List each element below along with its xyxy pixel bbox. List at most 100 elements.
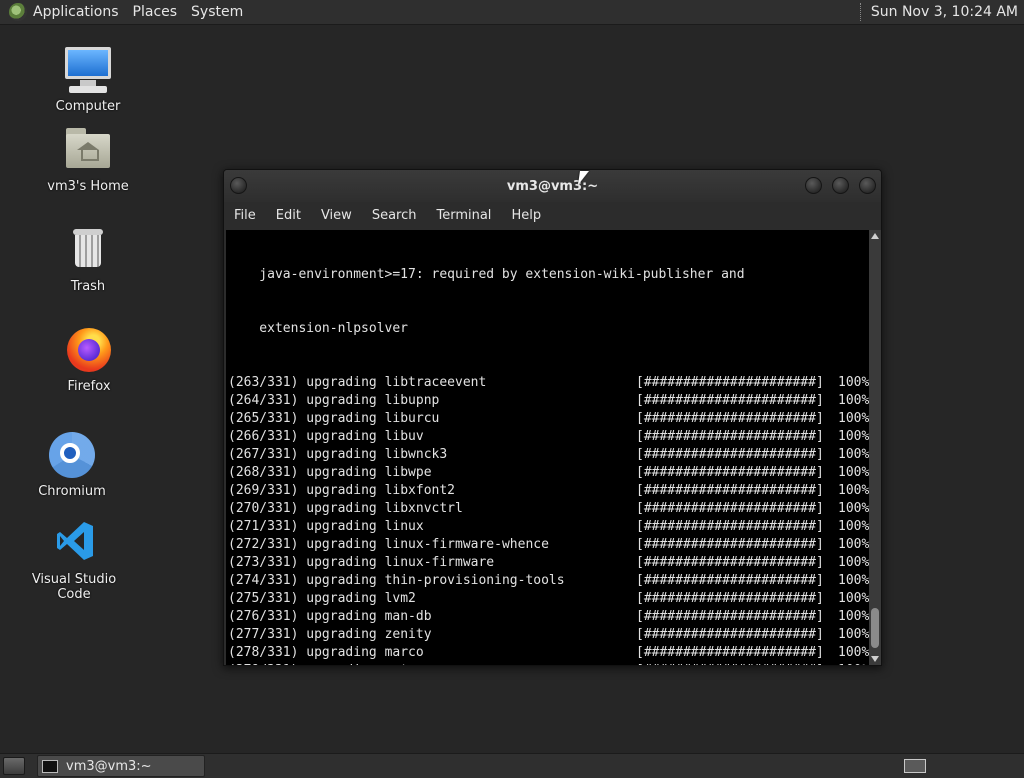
menu-places[interactable]: Places <box>133 4 178 20</box>
progress-percent: 100% <box>838 662 869 665</box>
package-index: (274/331) <box>228 573 299 588</box>
terminal-line: (266/331) upgrading libuv [##############… <box>228 428 869 446</box>
progress-percent: 100% <box>838 393 869 408</box>
progress-bar-text: [######################] <box>636 429 824 444</box>
terminal-line: java-environment>=17: required by extens… <box>228 267 745 282</box>
progress-bar-text: [######################] <box>636 393 824 408</box>
package-status: (265/331) upgrading liburcu <box>228 410 636 428</box>
package-action: upgrading <box>306 411 377 426</box>
progress-bar-text: [######################] <box>636 591 824 606</box>
window-menu-icon[interactable] <box>230 177 247 194</box>
menu-search[interactable]: Search <box>372 208 417 223</box>
menu-edit[interactable]: Edit <box>276 208 301 223</box>
progress-percent: 100% <box>838 465 869 480</box>
vscode-icon <box>49 518 99 568</box>
package-action: upgrading <box>306 393 377 408</box>
scroll-up-icon[interactable] <box>871 233 879 239</box>
package-status: (276/331) upgrading man-db <box>228 608 636 626</box>
menu-terminal[interactable]: Terminal <box>436 208 491 223</box>
terminal-icon <box>42 759 58 773</box>
show-desktop-icon[interactable] <box>3 757 25 775</box>
desktop-icon-vscode[interactable]: Visual Studio Code <box>14 518 134 602</box>
trash-icon <box>63 225 113 275</box>
progress-percent: 100% <box>838 447 869 462</box>
terminal-titlebar[interactable]: vm3@vm3:~ <box>224 170 881 202</box>
package-name: libxnvctrl <box>384 501 463 516</box>
terminal-scrollbar[interactable] <box>869 230 881 665</box>
terminal-line: (271/331) upgrading linux [##############… <box>228 518 869 536</box>
package-action: upgrading <box>306 465 377 480</box>
progress-percent: 100% <box>838 411 869 426</box>
terminal-line: (273/331) upgrading linux-firmware [#####… <box>228 554 869 572</box>
scrollbar-thumb[interactable] <box>871 608 879 648</box>
package-name: libwnck3 <box>384 447 448 462</box>
desktop-icon-home[interactable]: vm3's Home <box>28 125 148 194</box>
progress-percent: 100% <box>838 573 869 588</box>
menu-system[interactable]: System <box>191 4 243 20</box>
package-index: (277/331) <box>228 627 299 642</box>
package-action: upgrading <box>306 591 377 606</box>
package-index: (278/331) <box>228 645 299 660</box>
menu-view[interactable]: View <box>321 208 352 223</box>
progress-bar-text: [######################] <box>636 447 824 462</box>
progress-percent: 100% <box>838 429 869 444</box>
package-name: lvm2 <box>384 591 416 606</box>
terminal-line: (274/331) upgrading thin-provisioning-to… <box>228 572 869 590</box>
desktop-icon-trash[interactable]: Trash <box>28 225 148 294</box>
package-index: (266/331) <box>228 429 299 444</box>
panel-separator <box>859 3 863 21</box>
desktop-icon-computer[interactable]: Computer <box>28 45 148 114</box>
package-name: libwpe <box>384 465 432 480</box>
close-icon[interactable] <box>859 177 876 194</box>
workspace-switcher[interactable] <box>904 759 926 773</box>
package-name: zenity <box>384 627 432 642</box>
terminal-line: (264/331) upgrading libupnp [############… <box>228 392 869 410</box>
menu-file[interactable]: File <box>234 208 256 223</box>
scroll-down-icon[interactable] <box>871 656 879 662</box>
terminal-output[interactable]: java-environment>=17: required by extens… <box>226 230 869 665</box>
taskbar-item-terminal[interactable]: vm3@vm3:~ <box>37 755 205 777</box>
progress-percent: 100% <box>838 555 869 570</box>
taskbar-item-label: vm3@vm3:~ <box>66 758 152 774</box>
progress-bar-text: [######################] <box>636 645 824 660</box>
terminal-line: (275/331) upgrading lvm2 [###############… <box>228 590 869 608</box>
mate-logo-icon[interactable] <box>9 3 27 21</box>
terminal-line: (277/331) upgrading zenity [#############… <box>228 626 869 644</box>
package-action: upgrading <box>306 555 377 570</box>
progress-bar-text: [######################] <box>636 662 838 665</box>
top-panel: Applications Places System Sun Nov 3, 10… <box>0 0 1024 25</box>
package-status: (264/331) upgrading libupnp <box>228 392 636 410</box>
minimize-icon[interactable] <box>805 177 822 194</box>
package-name: libxfont2 <box>384 483 456 498</box>
package-action: upgrading <box>306 375 377 390</box>
menu-help[interactable]: Help <box>511 208 541 223</box>
package-status: (275/331) upgrading lvm2 <box>228 590 636 608</box>
menu-applications[interactable]: Applications <box>33 4 119 20</box>
progress-percent: 100% <box>838 591 869 606</box>
maximize-icon[interactable] <box>832 177 849 194</box>
package-action: upgrading <box>306 447 377 462</box>
clock[interactable]: Sun Nov 3, 10:24 AM <box>871 4 1018 20</box>
progress-bar-text: [######################] <box>636 609 824 624</box>
package-index: (263/331) <box>228 375 299 390</box>
progress-percent: 100% <box>838 501 869 516</box>
package-action: upgrading <box>306 519 377 534</box>
package-name: mate-menus <box>385 663 463 665</box>
package-status: (270/331) upgrading libxnvctrl <box>228 500 636 518</box>
terminal-window[interactable]: vm3@vm3:~ File Edit View Search Terminal… <box>223 169 882 666</box>
package-index: (271/331) <box>228 519 299 534</box>
progress-bar-text: [######################] <box>636 411 824 426</box>
package-index: (273/331) <box>228 555 299 570</box>
desktop-icon-chromium[interactable]: Chromium <box>12 430 132 499</box>
desktop-icon-firefox[interactable]: Firefox <box>29 325 149 394</box>
terminal-line: (278/331) upgrading marco [##############… <box>228 644 869 662</box>
package-index: (264/331) <box>228 393 299 408</box>
desktop-icon-label: Chromium <box>38 484 106 499</box>
progress-bar-text: [######################] <box>636 555 824 570</box>
package-index: (276/331) <box>228 609 299 624</box>
desktop-icon-label: Computer <box>55 99 121 114</box>
package-index: (275/331) <box>228 591 299 606</box>
package-name: libtraceevent <box>384 375 487 390</box>
progress-bar-text: [######################] <box>636 375 824 390</box>
package-index: (272/331) <box>228 537 299 552</box>
